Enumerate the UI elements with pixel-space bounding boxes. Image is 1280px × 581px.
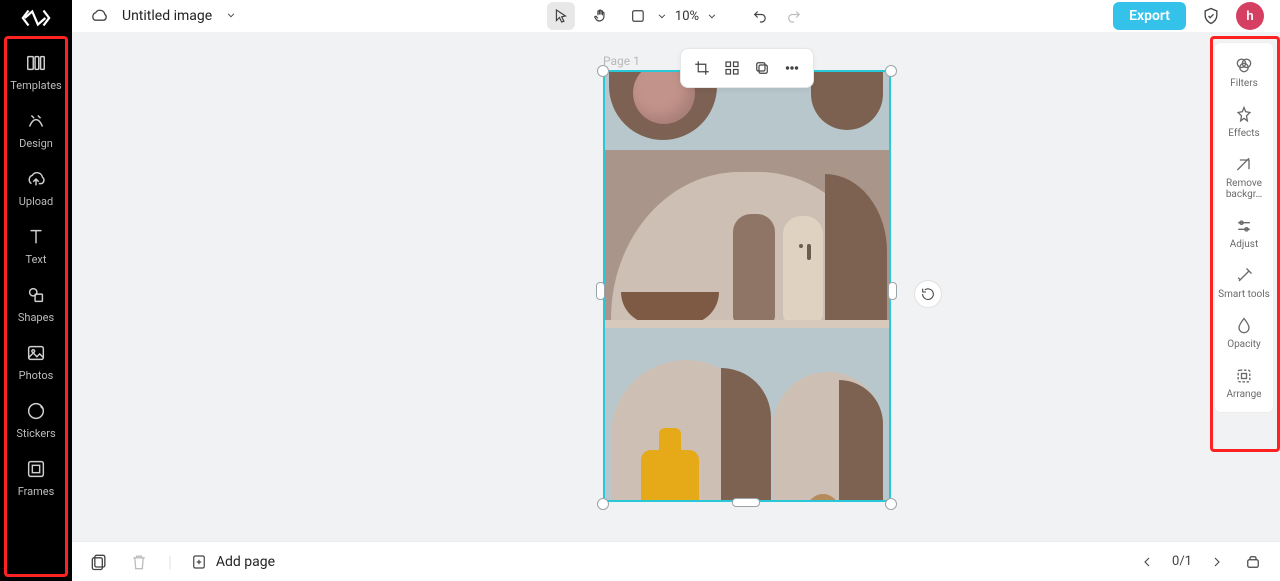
sidebar-label: Shapes	[18, 311, 54, 324]
sidebar-item-shapes[interactable]: Shapes	[18, 284, 54, 324]
right-label: Filters	[1230, 78, 1258, 89]
zoom-value[interactable]: 10%	[675, 9, 699, 24]
right-label: Adjust	[1230, 239, 1259, 250]
sidebar-label: Upload	[19, 195, 53, 208]
selection-toolbar	[680, 48, 814, 88]
crop-button[interactable]	[689, 55, 715, 81]
pages-panel-button[interactable]	[88, 551, 110, 573]
chevron-down-icon[interactable]	[655, 9, 669, 23]
right-item-smart-tools[interactable]: Smart tools	[1218, 262, 1270, 304]
sidebar-item-text[interactable]: Text	[25, 226, 47, 266]
top-bar: Untitled image 10% Exp	[72, 0, 1280, 32]
zoom-chevron-down-icon[interactable]	[705, 9, 719, 23]
add-page-label: Add page	[216, 554, 275, 570]
sidebar-item-templates[interactable]: Templates	[10, 52, 61, 92]
right-item-arrange[interactable]: Arrange	[1227, 362, 1262, 404]
sidebar-label: Text	[26, 253, 47, 266]
sidebar-item-photos[interactable]: Photos	[19, 342, 54, 382]
resize-handle-bottom-left[interactable]	[597, 498, 609, 510]
prev-page-button[interactable]	[1136, 551, 1158, 573]
select-tool[interactable]	[547, 2, 575, 30]
add-page-button[interactable]: Add page	[190, 553, 275, 571]
right-label: Smart tools	[1218, 289, 1270, 300]
bottom-bar: | Add page 0/1	[72, 541, 1280, 581]
right-label: Remove backgr…	[1215, 178, 1273, 200]
undo-button[interactable]	[749, 5, 771, 27]
sidebar-label: Stickers	[16, 427, 55, 440]
resize-handle-top-left[interactable]	[597, 65, 609, 77]
right-item-adjust[interactable]: Adjust	[1230, 212, 1259, 254]
sidebar-item-frames[interactable]: Frames	[18, 458, 55, 498]
shield-icon[interactable]	[1200, 5, 1222, 27]
resize-handle-right[interactable]	[888, 282, 897, 300]
sidebar-label: Frames	[18, 485, 55, 498]
right-item-opacity[interactable]: Opacity	[1227, 312, 1261, 354]
right-item-filters[interactable]: Filters	[1230, 51, 1258, 93]
sidebar-item-stickers[interactable]: Stickers	[16, 400, 55, 440]
next-page-button[interactable]	[1206, 551, 1228, 573]
user-avatar[interactable]: h	[1236, 2, 1264, 30]
resize-handle-top-right[interactable]	[885, 65, 897, 77]
right-label: Arrange	[1227, 389, 1262, 400]
flip-button[interactable]	[719, 55, 745, 81]
canvas-area[interactable]: Page 1	[72, 32, 1280, 541]
title-dropdown-chevron-icon[interactable]	[224, 7, 238, 26]
document-title[interactable]: Untitled image	[122, 8, 212, 24]
right-sidebar: Filters Effects Remove backgr… Adjust Sm…	[1214, 42, 1274, 413]
sidebar-label: Design	[19, 137, 53, 150]
right-item-remove-bg[interactable]: Remove backgr…	[1215, 151, 1273, 204]
rotate-button[interactable]	[914, 280, 942, 308]
sidebar-item-upload[interactable]: Upload	[19, 168, 53, 208]
selected-image[interactable]	[603, 70, 891, 502]
more-options-button[interactable]	[779, 55, 805, 81]
canvas-size-dropdown[interactable]	[627, 5, 649, 27]
right-label: Opacity	[1227, 339, 1261, 350]
right-label: Effects	[1228, 128, 1259, 139]
sidebar-label: Templates	[10, 79, 61, 92]
redo-button[interactable]	[783, 5, 805, 27]
sidebar-label: Photos	[19, 369, 54, 382]
resize-handle-bottom-right[interactable]	[885, 498, 897, 510]
duplicate-button[interactable]	[749, 55, 775, 81]
hand-tool[interactable]	[587, 2, 615, 30]
resize-handle-left[interactable]	[596, 282, 605, 300]
cloud-status-icon[interactable]	[88, 5, 110, 27]
page-label: Page 1	[603, 54, 640, 68]
left-sidebar: Templates Design Upload Text Shapes Phot…	[0, 0, 72, 581]
resize-handle-bottom[interactable]	[732, 498, 760, 507]
right-item-effects[interactable]: Effects	[1228, 101, 1259, 143]
layers-button[interactable]	[1242, 551, 1264, 573]
image-content	[605, 72, 889, 500]
sidebar-item-design[interactable]: Design	[19, 110, 53, 150]
page-counter: 0/1	[1172, 554, 1192, 569]
app-logo[interactable]	[0, 0, 72, 36]
export-button[interactable]: Export	[1113, 2, 1186, 30]
delete-page-button[interactable]	[128, 551, 150, 573]
